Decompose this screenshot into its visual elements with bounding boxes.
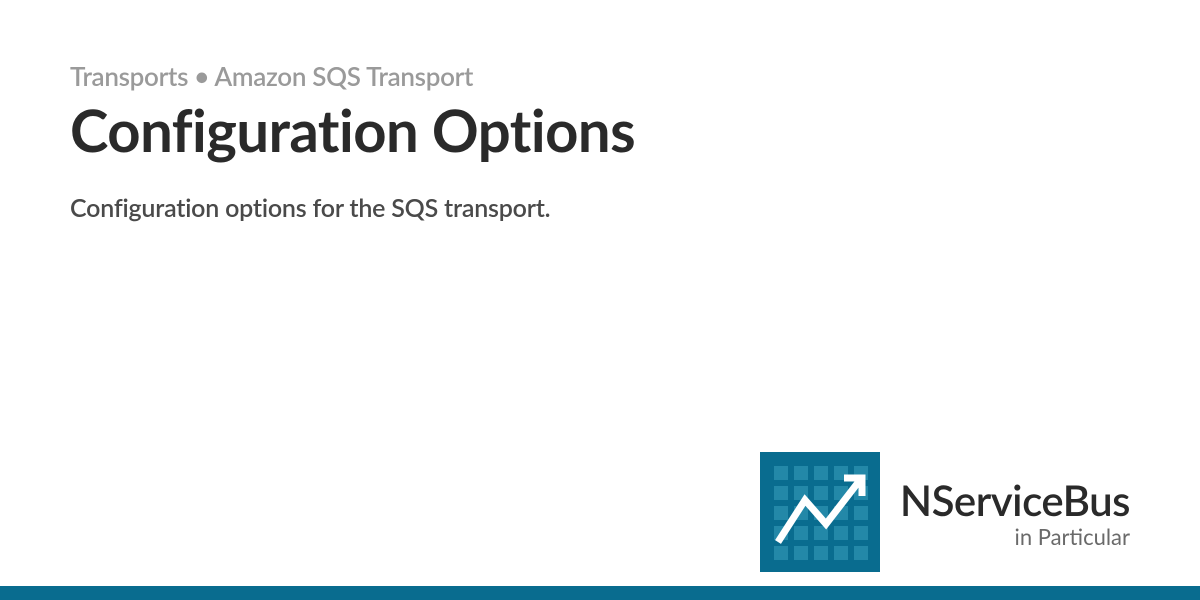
logo-text-group: NServiceBus in Particular [900, 475, 1130, 550]
breadcrumb-separator: • [188, 60, 214, 92]
bottom-accent-bar [0, 586, 1200, 600]
nservicebus-logo-icon [760, 452, 880, 572]
page-title: Configuration Options [70, 96, 1130, 165]
content-area: Transports • Amazon SQS Transport Config… [0, 0, 1200, 223]
logo-container: NServiceBus in Particular [760, 452, 1130, 572]
breadcrumb: Transports • Amazon SQS Transport [70, 60, 1130, 92]
page-subtitle: Configuration options for the SQS transp… [70, 193, 1130, 223]
logo-svg [760, 452, 880, 572]
logo-title: NServiceBus [900, 475, 1130, 525]
logo-subtitle: in Particular [1015, 523, 1130, 550]
breadcrumb-item-2: Amazon SQS Transport [214, 60, 473, 92]
breadcrumb-item-1: Transports [70, 60, 188, 92]
